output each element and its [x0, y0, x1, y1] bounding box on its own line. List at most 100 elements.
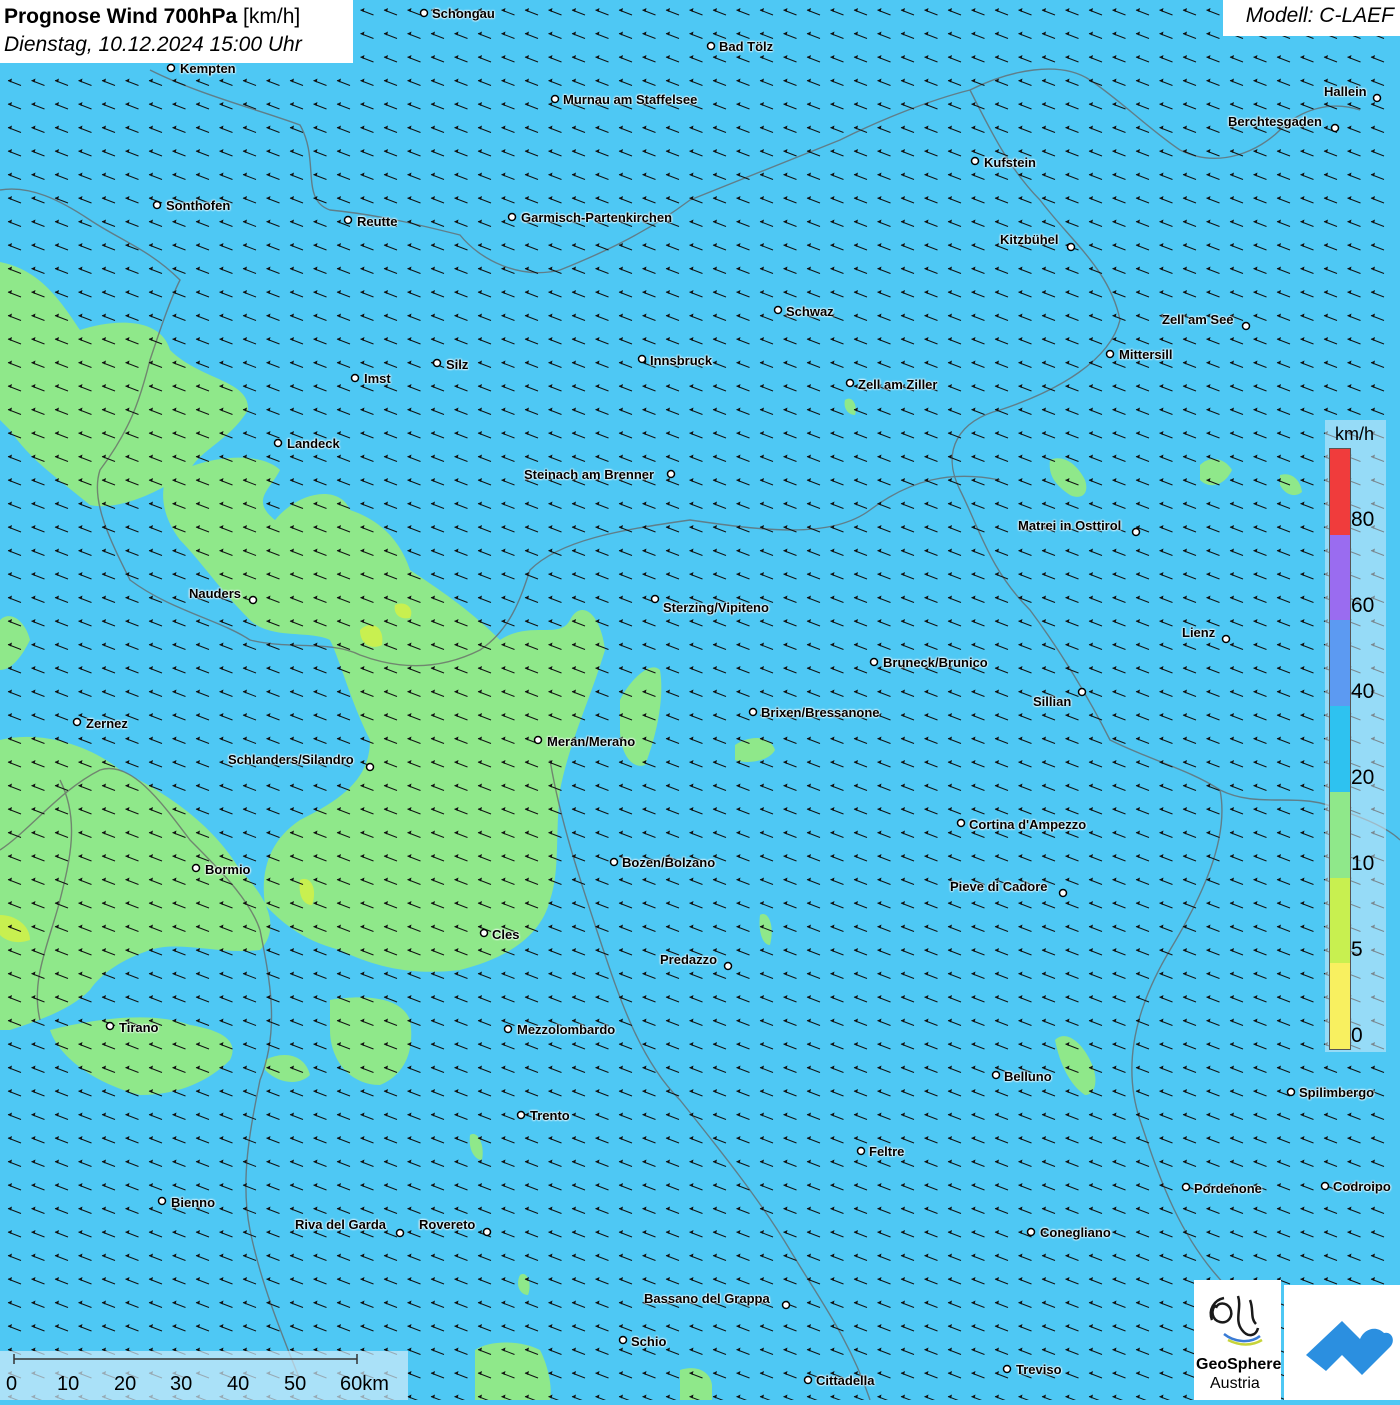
city-label: Bad Tölz: [719, 39, 774, 54]
city-dot: [503, 1024, 513, 1034]
city-label: Treviso: [1016, 1362, 1062, 1377]
city-label: Bassano del Grappa: [644, 1291, 770, 1306]
city-label: Cittadella: [816, 1373, 875, 1388]
city-label: Steinach am Brenner: [524, 467, 655, 482]
city-dot: [166, 63, 176, 73]
city-dot: [273, 438, 283, 448]
city-dot: [343, 215, 353, 225]
legend-label: 5: [1351, 938, 1363, 961]
map-title-unit: [km/h]: [243, 5, 301, 28]
city-dot: [650, 594, 660, 604]
legend-unit: km/h: [1335, 424, 1375, 444]
city-label: Predazzo: [660, 952, 718, 967]
city-label: Codroipo: [1333, 1179, 1391, 1194]
city-label: Riva del Garda: [295, 1217, 387, 1232]
city-label: Bienno: [171, 1195, 216, 1210]
city-dot: [191, 863, 201, 873]
legend-segment: [1330, 791, 1350, 878]
legend-label: 40: [1351, 680, 1375, 703]
city-label: Kufstein: [984, 155, 1036, 170]
city-label: Zernez: [86, 716, 128, 731]
legend-segment: [1330, 706, 1350, 792]
legend-segment: [1330, 620, 1350, 707]
legend-label: 60: [1351, 594, 1375, 617]
city-dot: [1241, 321, 1251, 331]
geosphere-swirl-icon: [1209, 1295, 1263, 1346]
city-label: Mittersill: [1119, 347, 1173, 362]
color-legend: km/h 80 60 40 20 10 5 0: [1325, 420, 1386, 1052]
city-label: Sillian: [1033, 694, 1072, 709]
city-dot: [1372, 93, 1382, 103]
city-dot: [1066, 242, 1076, 252]
city-dot: [956, 818, 966, 828]
city-dot: [748, 707, 758, 717]
city-dot: [1181, 1182, 1191, 1192]
legend-label: 20: [1351, 766, 1375, 789]
scale-tick-label: 30: [170, 1373, 193, 1395]
city-dot: [152, 200, 162, 210]
city-dot: [723, 961, 733, 971]
legend-color-bar: [1329, 448, 1351, 1050]
city-label: Pordenone: [1194, 1181, 1262, 1196]
city-label: Rovereto: [419, 1217, 476, 1232]
city-label: Kempten: [180, 61, 236, 76]
city-label: Belluno: [1004, 1069, 1052, 1084]
cloud-arrow-icon: [1306, 1321, 1393, 1375]
city-label: Bozen/Bolzano: [622, 855, 716, 870]
city-dot: [706, 41, 716, 51]
legend-segment: [1330, 963, 1350, 1049]
city-dot: [482, 1227, 492, 1237]
city-dot: [1026, 1227, 1036, 1237]
city-dot: [479, 928, 489, 938]
city-label: Trento: [530, 1108, 570, 1123]
city-dot: [1077, 687, 1087, 697]
city-dot: [105, 1021, 115, 1031]
city-dot: [1058, 888, 1068, 898]
city-label: Murnau am Staffelsee: [563, 92, 698, 107]
city-dot: [781, 1300, 791, 1310]
city-label: Lienz: [1182, 625, 1216, 640]
city-label: Imst: [364, 371, 391, 386]
city-label: Silz: [446, 357, 469, 372]
scale-tick-label: 40: [227, 1373, 250, 1395]
city-label: Garmisch-Partenkirchen: [521, 210, 673, 225]
city-dot: [550, 94, 560, 104]
city-dot: [1221, 634, 1231, 644]
legend-segment: [1330, 877, 1350, 964]
forecast-datetime: Dienstag, 10.12.2024 15:00 Uhr: [4, 33, 302, 56]
legend-label: 0: [1351, 1024, 1363, 1047]
city-dot: [609, 857, 619, 867]
city-dot: [157, 1196, 167, 1206]
city-dot: [432, 358, 442, 368]
distance-scale: 0 10 20 30 40 50 60km: [0, 1351, 408, 1400]
city-dot: [1320, 1181, 1330, 1191]
city-label: Landeck: [287, 436, 340, 451]
city-dot: [1105, 349, 1115, 359]
city-label: Nauders: [189, 586, 242, 601]
city-label: Schlanders/Silandro: [228, 752, 354, 767]
city-dot: [72, 717, 82, 727]
city-dot: [365, 762, 375, 772]
city-dot: [248, 595, 258, 605]
city-label: Pieve di Cadore: [950, 879, 1048, 894]
scale-tick-label: 0: [6, 1373, 18, 1395]
scale-tick-label: 50: [284, 1373, 307, 1395]
weather-app-logo: [1284, 1285, 1400, 1400]
scale-tick-label: 10: [57, 1373, 80, 1395]
city-dot: [637, 354, 647, 364]
city-label: Bormio: [205, 862, 251, 877]
city-label: Berchtesgaden: [1228, 114, 1322, 129]
austria-logo-text: Austria: [1210, 1375, 1260, 1392]
city-label: Spilimbergo: [1299, 1085, 1375, 1100]
city-label: Hallein: [1324, 84, 1367, 99]
legend-label: 10: [1351, 852, 1375, 875]
city-dot: [507, 212, 517, 222]
city-label: Reutte: [357, 214, 398, 229]
city-label: Kitzbühel: [1000, 232, 1059, 247]
city-dot: [666, 469, 676, 479]
scale-tick-label: 20: [114, 1373, 137, 1395]
legend-segment: [1330, 534, 1350, 621]
city-dot: [803, 1375, 813, 1385]
city-dot: [419, 8, 429, 18]
city-dot: [773, 305, 783, 315]
